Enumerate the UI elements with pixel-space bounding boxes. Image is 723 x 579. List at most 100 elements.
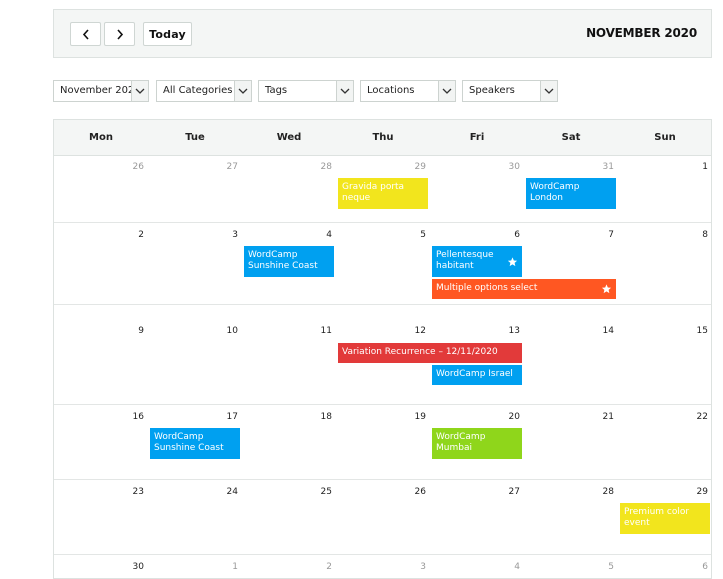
week-divider	[54, 304, 711, 305]
day-number[interactable]: 6	[430, 230, 520, 240]
day-number[interactable]: 28	[242, 162, 332, 172]
day-number[interactable]: 1	[148, 562, 238, 572]
day-number[interactable]: 5	[524, 562, 614, 572]
day-of-week-header: Mon Tue Wed Thu Fri Sat Sun	[54, 120, 711, 156]
tags-select-value: Tags	[265, 85, 288, 96]
day-number[interactable]: 4	[242, 230, 332, 240]
week-divider	[54, 404, 711, 405]
day-number[interactable]: 5	[336, 230, 426, 240]
calendar-event[interactable]: WordCamp Israel	[432, 365, 522, 385]
day-number[interactable]: 21	[524, 412, 614, 422]
chevron-right-icon	[116, 28, 123, 40]
category-select[interactable]: All Categories	[156, 80, 252, 102]
day-number[interactable]: 29	[618, 487, 708, 497]
star-icon	[507, 256, 518, 266]
day-number[interactable]: 3	[148, 230, 238, 240]
dropdown-arrow-icon	[336, 81, 353, 101]
day-number[interactable]: 30	[54, 562, 144, 572]
event-title: WordCamp Sunshine Coast	[154, 432, 224, 453]
day-number[interactable]: 17	[148, 412, 238, 422]
event-title: WordCamp Israel	[436, 369, 513, 379]
tags-select[interactable]: Tags	[258, 80, 354, 102]
day-number[interactable]: 30	[430, 162, 520, 172]
calendar-event[interactable]: WordCamp Sunshine Coast	[244, 246, 334, 277]
calendar-event[interactable]: Multiple options select	[432, 279, 616, 299]
calendar-event[interactable]: Variation Recurrence – 12/11/2020	[338, 343, 522, 363]
day-number[interactable]: 9	[54, 326, 144, 336]
dropdown-arrow-icon	[131, 81, 148, 101]
calendar-event[interactable]: Pellentesque habitant	[432, 246, 522, 277]
event-title: WordCamp Mumbai	[436, 432, 486, 453]
day-number[interactable]: 20	[430, 412, 520, 422]
week-divider	[54, 554, 711, 555]
day-number[interactable]: 1	[618, 162, 708, 172]
category-select-value: All Categories	[163, 85, 233, 96]
day-number[interactable]: 31	[524, 162, 614, 172]
star-icon	[601, 284, 612, 294]
dow-mon: Mon	[89, 132, 113, 143]
day-number[interactable]: 22	[618, 412, 708, 422]
month-title: NOVEMBER 2020	[586, 26, 697, 40]
dropdown-arrow-icon	[540, 81, 557, 101]
calendar-event[interactable]: WordCamp London	[526, 178, 616, 209]
month-select[interactable]: November 202	[53, 80, 149, 102]
day-number[interactable]: 26	[336, 487, 426, 497]
day-number[interactable]: 29	[336, 162, 426, 172]
prev-month-button[interactable]	[70, 22, 101, 46]
event-title: WordCamp London	[530, 182, 580, 203]
calendar-event[interactable]: Premium color event	[620, 503, 710, 534]
event-title: Multiple options select	[436, 283, 538, 293]
day-number[interactable]: 27	[148, 162, 238, 172]
day-number[interactable]: 8	[618, 230, 708, 240]
day-number[interactable]: 13	[430, 326, 520, 336]
day-number[interactable]: 18	[242, 412, 332, 422]
day-number[interactable]: 24	[148, 487, 238, 497]
month-calendar-grid: Mon Tue Wed Thu Fri Sat Sun 26 27 28 29 …	[53, 119, 712, 579]
locations-select[interactable]: Locations	[360, 80, 456, 102]
day-number[interactable]: 3	[336, 562, 426, 572]
day-number[interactable]: 7	[524, 230, 614, 240]
event-title: Premium color event	[624, 507, 690, 528]
day-number[interactable]: 11	[242, 326, 332, 336]
dow-fri: Fri	[469, 132, 485, 143]
speakers-select[interactable]: Speakers	[462, 80, 558, 102]
event-title: Pellentesque habitant	[436, 250, 494, 271]
day-number[interactable]: 26	[54, 162, 144, 172]
day-number[interactable]: 14	[524, 326, 614, 336]
day-number[interactable]: 10	[148, 326, 238, 336]
event-title: WordCamp Sunshine Coast	[248, 250, 318, 271]
calendar-event[interactable]: WordCamp Sunshine Coast	[150, 428, 240, 459]
next-month-button[interactable]	[104, 22, 135, 46]
event-title: Variation Recurrence – 12/11/2020	[342, 347, 498, 357]
dow-thu: Thu	[372, 132, 394, 143]
day-number[interactable]: 6	[618, 562, 708, 572]
day-number[interactable]: 12	[336, 326, 426, 336]
speakers-select-value: Speakers	[469, 85, 515, 96]
dow-sat: Sat	[561, 132, 581, 143]
day-number[interactable]: 2	[54, 230, 144, 240]
event-title: Gravida porta neque	[342, 182, 405, 203]
day-number[interactable]: 2	[242, 562, 332, 572]
week-divider	[54, 479, 711, 480]
today-button[interactable]: Today	[143, 22, 192, 46]
dropdown-arrow-icon	[438, 81, 455, 101]
day-number[interactable]: 16	[54, 412, 144, 422]
dropdown-arrow-icon	[234, 81, 251, 101]
day-number[interactable]: 25	[242, 487, 332, 497]
week-divider	[54, 222, 711, 223]
month-select-value: November 202	[60, 85, 135, 96]
day-number[interactable]: 19	[336, 412, 426, 422]
locations-select-value: Locations	[367, 85, 415, 96]
dow-tue: Tue	[185, 132, 205, 143]
day-number[interactable]: 23	[54, 487, 144, 497]
day-number[interactable]: 4	[430, 562, 520, 572]
day-number[interactable]: 27	[430, 487, 520, 497]
calendar-header: Today NOVEMBER 2020	[53, 9, 712, 58]
day-number[interactable]: 15	[618, 326, 708, 336]
chevron-left-icon	[82, 28, 89, 40]
calendar-event[interactable]: WordCamp Mumbai	[432, 428, 522, 459]
calendar-event[interactable]: Gravida porta neque	[338, 178, 428, 209]
dow-sun: Sun	[654, 132, 676, 143]
dow-wed: Wed	[276, 132, 302, 143]
day-number[interactable]: 28	[524, 487, 614, 497]
